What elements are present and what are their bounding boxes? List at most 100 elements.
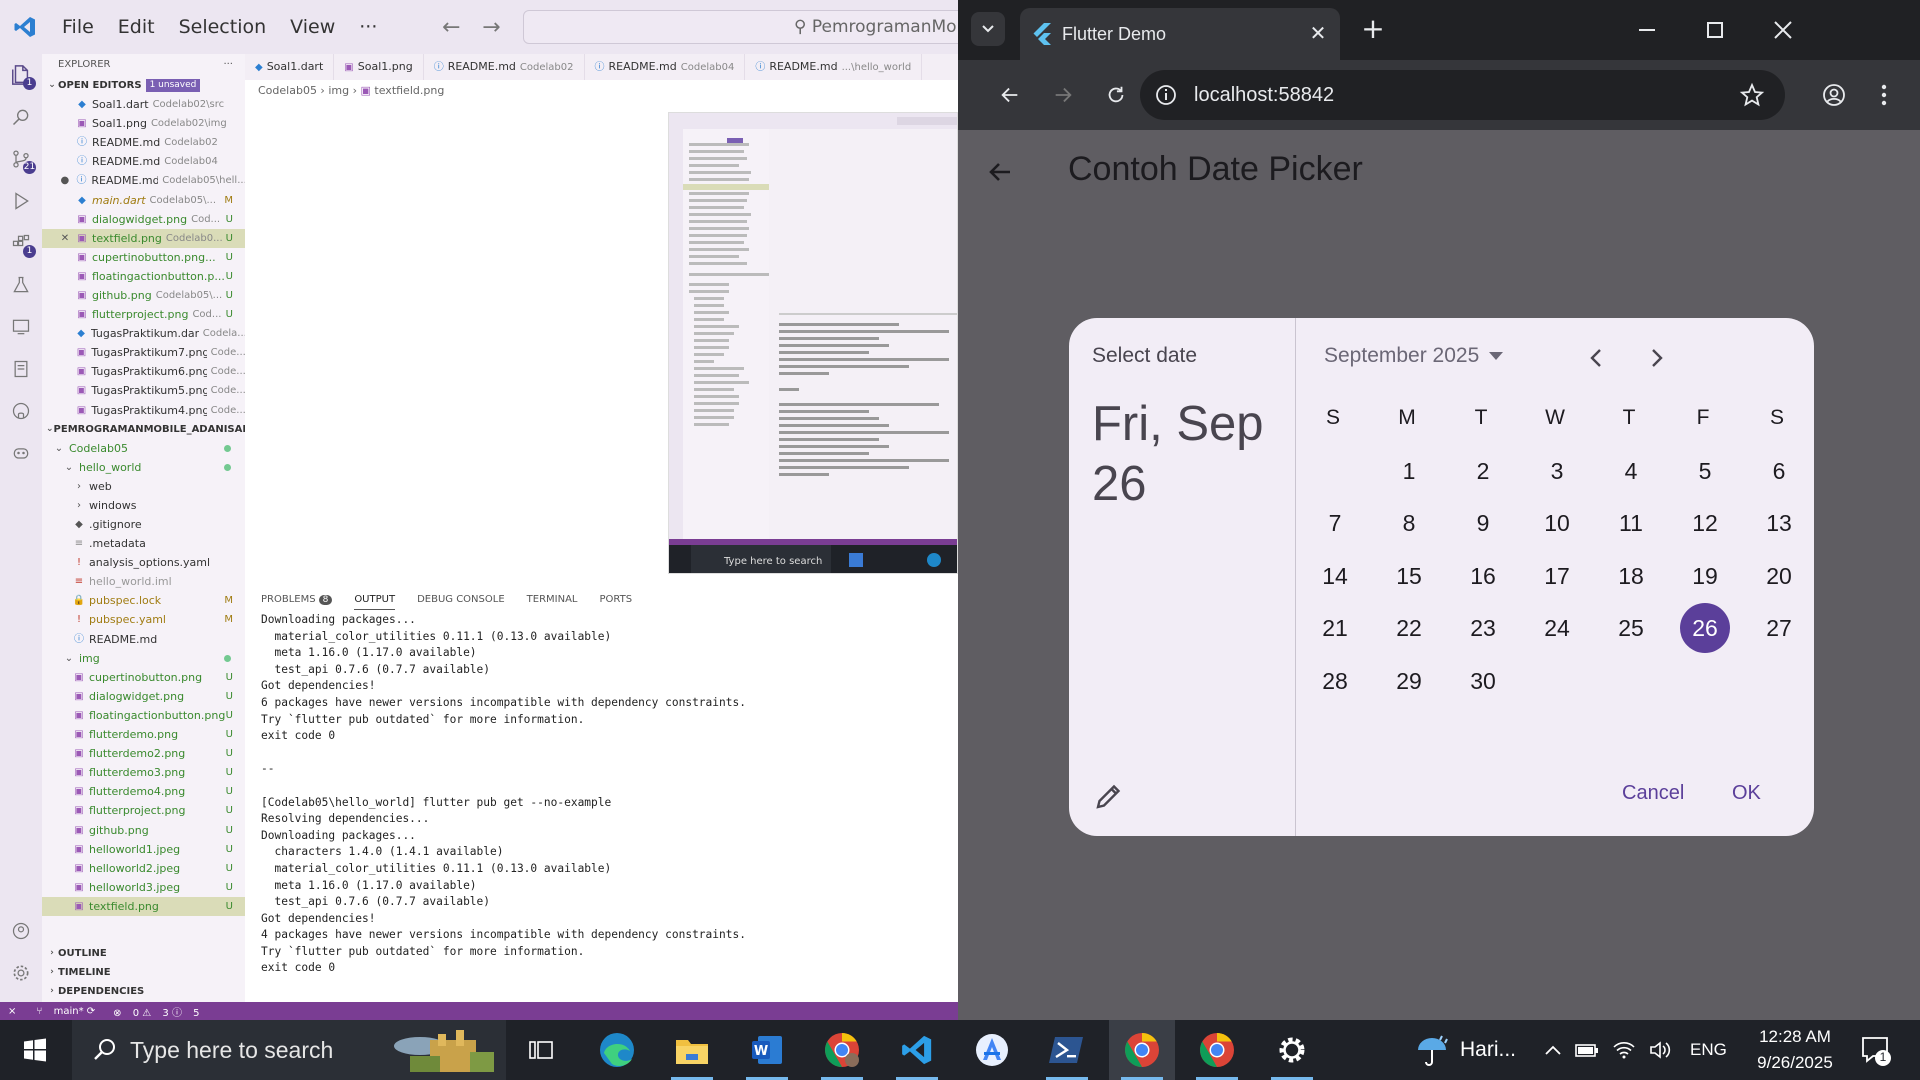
- tree-item[interactable]: ▣ flutterdemo2.png U: [42, 744, 245, 763]
- calendar-day[interactable]: 11: [1606, 498, 1656, 548]
- calendar-day[interactable]: 16: [1458, 551, 1508, 601]
- open-editor-item[interactable]: ▣ TugasPraktikum7.png Code...: [42, 343, 245, 362]
- calendar-day[interactable]: 6: [1754, 446, 1804, 496]
- command-center-search[interactable]: ⚲ PemrogramanMo: [523, 10, 958, 44]
- taskbar-search-box[interactable]: Type here to search: [72, 1020, 506, 1080]
- tab-ports[interactable]: PORTS: [600, 590, 633, 610]
- calendar-day[interactable]: 7: [1310, 498, 1360, 548]
- dependencies-section[interactable]: › DEPENDENCIES: [42, 982, 245, 1001]
- tree-item[interactable]: ! analysis_options.yaml: [42, 553, 245, 572]
- calendar-day[interactable]: 5: [1680, 446, 1730, 496]
- tree-item[interactable]: ▣ helloworld2.jpeg U: [42, 859, 245, 878]
- weather-widget[interactable]: Hari...: [1412, 1020, 1516, 1080]
- calendar-day[interactable]: 2: [1458, 446, 1508, 496]
- tree-item[interactable]: › windows: [42, 496, 245, 515]
- outline-section[interactable]: › OUTLINE: [42, 944, 245, 963]
- tree-item[interactable]: ▣ github.png U: [42, 820, 245, 839]
- chrome-profile-icon[interactable]: [809, 1020, 875, 1080]
- menu-view[interactable]: View: [278, 0, 347, 54]
- vscode-taskbar-icon[interactable]: [884, 1020, 950, 1080]
- calendar-day[interactable]: 8: [1384, 498, 1434, 548]
- menu-more[interactable]: ···: [347, 0, 389, 54]
- tab-readme-hello-world[interactable]: ⓘ README.md ...\hello_world: [745, 54, 923, 80]
- close-icon[interactable]: ✕: [58, 229, 72, 248]
- menu-edit[interactable]: Edit: [106, 0, 167, 54]
- tab-soal1-dart[interactable]: ◆ Soal1.dart: [245, 54, 335, 80]
- remote-explorer-icon[interactable]: [0, 306, 42, 348]
- explorer-icon[interactable]: 1: [0, 54, 42, 96]
- notification-center-icon[interactable]: 1: [1855, 1030, 1895, 1070]
- open-editor-item[interactable]: ◆ main.dart Codelab05\... M: [42, 190, 245, 209]
- tree-item[interactable]: ▣ flutterdemo.png U: [42, 725, 245, 744]
- settings-gear-icon[interactable]: [1259, 1020, 1325, 1080]
- open-editor-item[interactable]: ▣ dialogwidget.png Cod... U: [42, 210, 245, 229]
- source-control-icon[interactable]: 21: [0, 138, 42, 180]
- more-actions-icon[interactable]: ···: [223, 54, 233, 76]
- chrome-icon[interactable]: [1109, 1020, 1175, 1080]
- tab-readme-codelab02[interactable]: ⓘ README.md Codelab02: [424, 54, 585, 80]
- calendar-day[interactable]: 1: [1384, 446, 1434, 496]
- open-editor-item[interactable]: ● ⓘ README.md Codelab05\hell...: [42, 171, 245, 190]
- open-editor-item[interactable]: ▣ TugasPraktikum4.png Code...: [42, 401, 245, 420]
- forward-arrow-icon[interactable]: [1045, 77, 1081, 113]
- close-tab-icon[interactable]: ✕: [1306, 21, 1330, 45]
- calendar-day[interactable]: 15: [1384, 551, 1434, 601]
- menu-selection[interactable]: Selection: [167, 0, 279, 54]
- testing-icon[interactable]: [0, 264, 42, 306]
- android-studio-icon[interactable]: [959, 1020, 1025, 1080]
- tree-item[interactable]: ▣ helloworld1.jpeg U: [42, 840, 245, 859]
- back-arrow-icon[interactable]: [984, 156, 1016, 188]
- close-window-icon[interactable]: [1763, 10, 1803, 50]
- tab-debug-console[interactable]: DEBUG CONSOLE: [417, 590, 505, 610]
- next-month-icon[interactable]: [1639, 340, 1675, 376]
- wifi-icon[interactable]: [1606, 1041, 1642, 1059]
- edit-pencil-icon[interactable]: [1091, 778, 1127, 814]
- output-panel[interactable]: Downloading packages... material_color_u…: [261, 612, 951, 1002]
- reload-icon[interactable]: [1098, 77, 1134, 113]
- breadcrumb-item[interactable]: textfield.png: [374, 84, 444, 97]
- bookmark-star-icon[interactable]: [1738, 81, 1766, 109]
- calendar-day[interactable]: 28: [1310, 656, 1360, 706]
- calendar-day[interactable]: 14: [1310, 551, 1360, 601]
- tree-item[interactable]: 🔒 pubspec.lock M: [42, 591, 245, 610]
- notebook-icon[interactable]: [0, 348, 42, 390]
- tree-item[interactable]: ▣ cupertinobutton.png U: [42, 668, 245, 687]
- chevron-up-icon[interactable]: [1538, 1045, 1568, 1055]
- tree-item[interactable]: ⓘ README.md: [42, 630, 245, 649]
- open-editor-item[interactable]: ▣ Soal1.png Codelab02\img: [42, 114, 245, 133]
- open-editor-item[interactable]: ◆ TugasPraktikum.dart Codela...: [42, 324, 245, 343]
- file-explorer-icon[interactable]: [659, 1020, 725, 1080]
- breadcrumb-item[interactable]: img: [328, 84, 349, 97]
- calendar-day[interactable]: 29: [1384, 656, 1434, 706]
- selected-day[interactable]: 26: [1680, 603, 1730, 654]
- calendar-day[interactable]: 18: [1606, 551, 1656, 601]
- previous-month-icon[interactable]: [1578, 340, 1614, 376]
- open-editor-item[interactable]: ▣ TugasPraktikum5.png Code...: [42, 381, 245, 400]
- breadcrumb-item[interactable]: Codelab05: [258, 84, 317, 97]
- timeline-section[interactable]: › TIMELINE: [42, 963, 245, 982]
- workspace-section[interactable]: ⌄PEMROGRAMANMOBILE_ADANISALSA...: [42, 420, 245, 439]
- tab-soal1-png[interactable]: ▣ Soal1.png: [334, 54, 424, 80]
- problems-status[interactable]: ⊗ 0 ⚠ 3 ⓘ 5: [113, 1004, 199, 1019]
- tree-item[interactable]: ▣ textfield.png U: [42, 896, 245, 916]
- profile-icon[interactable]: [1816, 77, 1852, 113]
- edge-icon[interactable]: [584, 1020, 650, 1080]
- open-editor-item[interactable]: ⓘ README.md Codelab04: [42, 152, 245, 171]
- tab-search-button[interactable]: [971, 12, 1005, 46]
- tab-problems[interactable]: PROBLEMS 8: [261, 590, 333, 610]
- browser-tab[interactable]: Flutter Demo ✕: [1020, 8, 1340, 60]
- search-icon[interactable]: [0, 96, 42, 138]
- word-icon[interactable]: W: [734, 1020, 800, 1080]
- tree-item[interactable]: ▣ flutterdemo3.png U: [42, 763, 245, 782]
- tree-item[interactable]: ▣ flutterproject.png U: [42, 801, 245, 820]
- calendar-day[interactable]: 30: [1458, 656, 1508, 706]
- tree-item[interactable]: ⌄ Codelab05: [42, 439, 245, 458]
- clock[interactable]: 12:28 AM 9/26/2025: [1740, 1024, 1850, 1076]
- copilot-icon[interactable]: [0, 432, 42, 474]
- calendar-day[interactable]: 13: [1754, 498, 1804, 548]
- calendar-day[interactable]: 21: [1310, 603, 1360, 653]
- site-info-icon[interactable]: [1152, 81, 1180, 109]
- calendar-day[interactable]: 9: [1458, 498, 1508, 548]
- tree-item[interactable]: ⌄ img: [42, 649, 245, 668]
- calendar-day[interactable]: 23: [1458, 603, 1508, 653]
